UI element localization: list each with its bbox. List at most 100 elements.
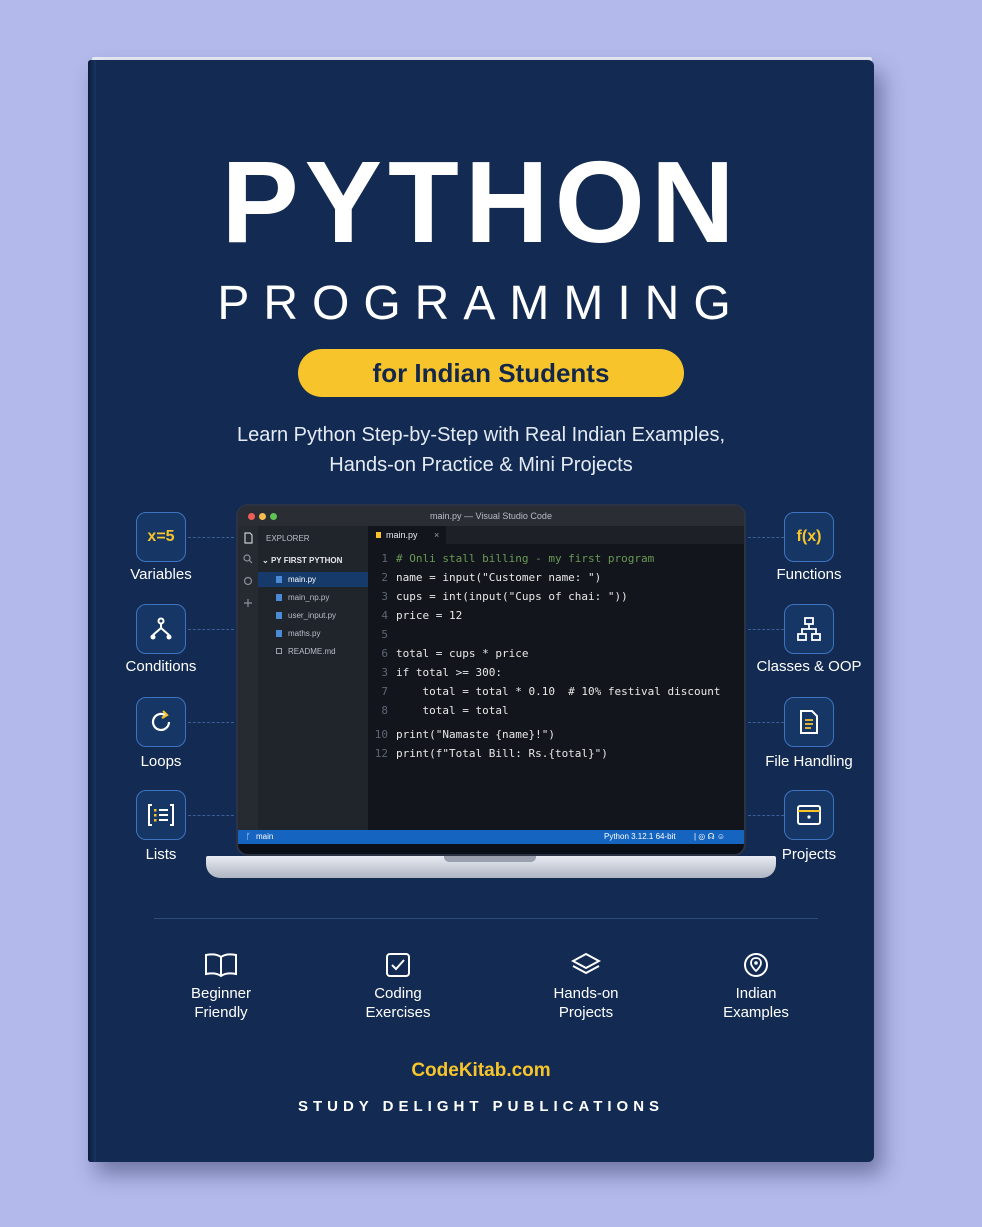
cover-tagline: Learn Python Step-by-Step with Real Indi… <box>88 420 874 480</box>
cover-title: PYTHON <box>221 137 741 267</box>
status-branch[interactable]: main <box>256 830 273 844</box>
feature-line: Beginner <box>190 985 252 1002</box>
topic-label-loops: Loops <box>140 753 182 770</box>
feature-line: Coding <box>374 985 422 1002</box>
variable-icon: x=5 <box>136 512 186 562</box>
file-label: maths.py <box>288 629 321 638</box>
topic-label-conditions: Conditions <box>125 658 197 675</box>
feature-projects: Hands-on Projects <box>516 952 656 1022</box>
file-label: README.md <box>288 647 336 656</box>
layers-icon <box>571 952 601 975</box>
topic-label-functions: Functions <box>776 566 842 583</box>
status-interpreter[interactable]: Python 3.12.1 64-bit <box>604 830 676 844</box>
function-icon: f(x) <box>784 512 834 562</box>
code-line: 10 print("Namaste {name}!") <box>368 728 744 744</box>
line-number: 10 <box>374 728 388 741</box>
file-item[interactable]: maths.py <box>258 626 368 641</box>
topic-label-variables: Variables <box>130 566 192 583</box>
explorer-header: EXPLORER <box>266 534 310 543</box>
feature-line: Hands-on <box>553 985 619 1002</box>
laptop-screen: main.py — Visual Studio Code EXPLORER ⌄ … <box>236 504 746 856</box>
close-icon[interactable]: × <box>434 526 439 544</box>
document-icon <box>784 697 834 747</box>
code-editor[interactable]: 1 # Onli stall billing - my first program… <box>368 544 744 830</box>
search-icon[interactable] <box>243 554 253 564</box>
line-number: 3 <box>381 666 388 679</box>
book-cover: PYTHON PROGRAMMING for Indian Students L… <box>88 60 874 1162</box>
code-text: print(f"Total Bill: Rs.{total}") <box>396 747 608 760</box>
variable-icon-text: x=5 <box>147 528 175 545</box>
code-line: 1 # Onli stall billing - my first program <box>368 552 744 568</box>
project-window-icon <box>784 790 834 840</box>
maximize-window-button[interactable] <box>270 513 277 520</box>
connector <box>748 722 784 723</box>
connector <box>188 722 234 723</box>
feature-line: Examples <box>723 1004 789 1021</box>
code-line: 2 name = input("Customer name: ") <box>368 571 744 587</box>
code-line: 3 if total >= 300: <box>368 666 744 682</box>
laptop-notch <box>444 856 536 862</box>
explorer-panel: EXPLORER ⌄ PY FIRST PYTHON main.py main_… <box>258 526 368 830</box>
close-window-button[interactable] <box>248 513 255 520</box>
location-pin-icon <box>744 953 768 977</box>
line-number: 4 <box>381 609 388 622</box>
files-icon[interactable] <box>243 532 253 544</box>
code-text: cups = int(input("Cups of chai: ")) <box>396 590 628 603</box>
branch-icon <box>136 604 186 654</box>
connector <box>748 815 784 816</box>
checkbox-icon <box>386 953 410 977</box>
add-icon[interactable] <box>243 598 253 608</box>
file-label: user_input.py <box>288 611 337 620</box>
feature-line: Indian <box>735 985 777 1002</box>
line-number: 1 <box>381 552 388 565</box>
source-control-icon[interactable] <box>243 576 253 586</box>
file-label: main_np.py <box>288 593 330 602</box>
code-text: if total >= 300: <box>396 666 502 679</box>
branch-icon-small: ᚴ <box>246 832 251 841</box>
line-number: 12 <box>374 747 388 760</box>
connector <box>748 537 784 538</box>
minimize-window-button[interactable] <box>259 513 266 520</box>
code-text: print("Namaste {name}!") <box>396 728 555 741</box>
code-line: 5 <box>368 628 744 644</box>
connector <box>188 629 234 630</box>
line-number: 5 <box>381 628 388 641</box>
publisher-name: STUDY DELIGHT PUBLICATIONS <box>297 1098 665 1115</box>
code-text: name = input("Customer name: ") <box>396 571 602 584</box>
code-text: total = total * 0.10 # 10% festival disc… <box>396 685 721 698</box>
file-item-active[interactable]: main.py <box>258 572 368 587</box>
feature-line: Exercises <box>365 1004 431 1021</box>
code-text: # Onli stall billing - my first program <box>396 552 655 565</box>
file-label: main.py <box>288 575 317 584</box>
feature-indian: Indian Examples <box>686 952 826 1022</box>
file-item[interactable]: README.md <box>258 644 368 659</box>
code-line: 12 print(f"Total Bill: Rs.{total}") <box>368 747 744 763</box>
code-line: 3 cups = int(input("Cups of chai: ")) <box>368 590 744 606</box>
file-item[interactable]: user_input.py <box>258 608 368 623</box>
cover-subtitle: PROGRAMMING <box>217 277 745 330</box>
python-file-icon <box>376 532 381 538</box>
tab-main-py[interactable]: main.py × <box>368 526 446 544</box>
code-text: total = total <box>396 704 509 717</box>
code-line: 8 total = total <box>368 704 744 720</box>
tagline-line-2: Hands-on Practice & Mini Projects <box>329 454 633 476</box>
function-icon-text: f(x) <box>796 528 822 545</box>
list-icon <box>136 790 186 840</box>
folder-name[interactable]: ⌄ PY FIRST PYTHON <box>262 556 342 565</box>
line-number: 6 <box>381 647 388 660</box>
chevron-down-icon: ⌄ <box>262 556 271 565</box>
window-title: main.py — Visual Studio Code <box>430 511 552 521</box>
line-number: 8 <box>381 704 388 717</box>
file-item[interactable]: main_np.py <box>258 590 368 605</box>
website-link[interactable]: CodeKitab.com <box>88 1060 874 1082</box>
line-number: 7 <box>381 685 388 698</box>
line-number: 2 <box>381 571 388 584</box>
code-line: 4 price = 12 <box>368 609 744 625</box>
code-text: price = 12 <box>396 609 463 622</box>
markdown-file-icon <box>276 648 282 654</box>
divider <box>154 918 818 919</box>
audience-badge: for Indian Students <box>298 349 684 397</box>
python-file-icon <box>276 576 282 583</box>
status-icons[interactable]: | ◎ ☊ ☺ <box>694 830 725 844</box>
python-file-icon <box>276 594 282 601</box>
